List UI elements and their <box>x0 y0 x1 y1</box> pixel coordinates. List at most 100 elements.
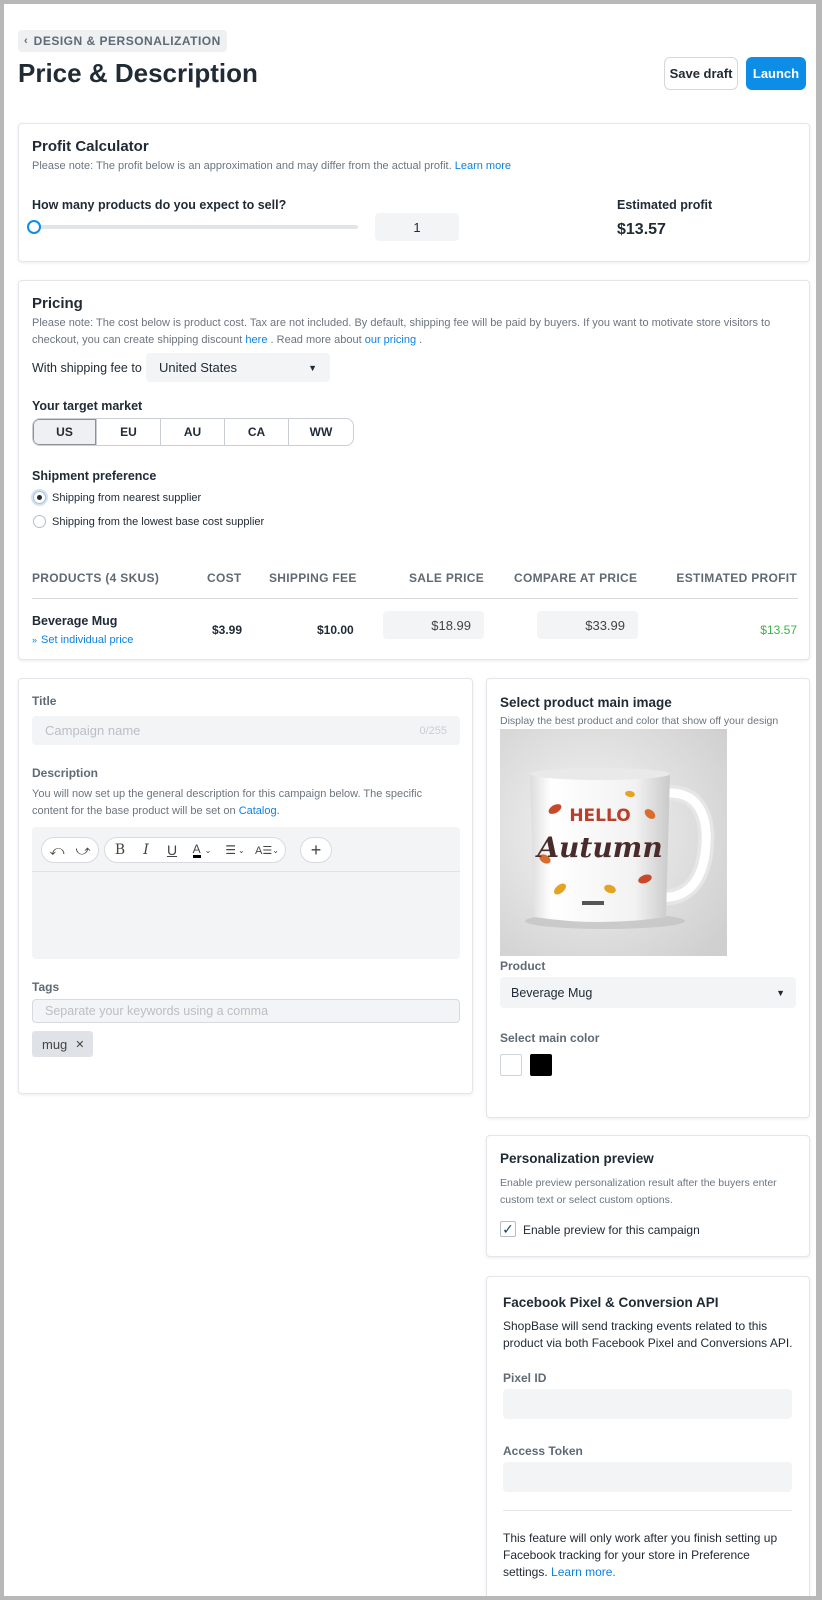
shipment-nearest-label[interactable]: Shipping from nearest supplier <box>52 492 201 504</box>
italic-icon[interactable]: I <box>133 838 159 862</box>
access-token-input[interactable] <box>503 1462 792 1492</box>
page-title: Price & Description <box>18 58 258 88</box>
col-products: PRODUCTS (4 SKUS) <box>32 571 160 585</box>
description-label: Description <box>32 766 99 780</box>
shipping-country-select[interactable]: United States ▼ <box>146 353 330 382</box>
redo-icon[interactable]: ⤻ <box>70 838 96 862</box>
shipping-country-value: United States <box>159 360 238 375</box>
main-image-title: Select product main image <box>500 695 672 710</box>
personalization-title: Personalization preview <box>500 1151 654 1166</box>
pricing-note-text-2: . Read more about <box>270 334 362 346</box>
tags-input[interactable]: Separate your keywords using a comma <box>32 999 460 1023</box>
col-profit: ESTIMATED PROFIT <box>676 571 797 585</box>
target-market-label: Your target market <box>32 399 143 413</box>
product-mockup-image[interactable]: HELLO Autumn <box>500 729 727 956</box>
underline-icon[interactable]: U <box>159 838 185 862</box>
learn-more-link[interactable]: Learn more <box>455 160 511 172</box>
sale-price-input[interactable]: $18.99 <box>383 611 484 639</box>
shipment-nearest-radio[interactable] <box>33 491 46 504</box>
tag-chip: mug ✕ <box>32 1031 93 1057</box>
shipment-lowest-label[interactable]: Shipping from the lowest base cost suppl… <box>52 516 264 528</box>
market-us[interactable]: US <box>33 419 97 445</box>
market-ww[interactable]: WW <box>289 419 353 445</box>
set-individual-price-label: Set individual price <box>41 634 134 646</box>
quantity-slider-track[interactable] <box>32 225 358 229</box>
facebook-pixel-card: Facebook Pixel & Conversion API ShopBase… <box>486 1276 810 1596</box>
facebook-learn-more-link[interactable]: Learn more. <box>551 1565 616 1579</box>
quantity-question: How many products do you expect to sell? <box>32 198 287 212</box>
history-toolbar-group: ⤺ ⤻ <box>41 837 99 863</box>
tags-label: Tags <box>32 980 60 994</box>
market-eu[interactable]: EU <box>97 419 161 445</box>
title-label: Title <box>32 694 57 708</box>
pricing-card: Pricing Please note: The cost below is p… <box>18 280 810 660</box>
main-image-card: Select product main image Display the be… <box>486 678 810 1118</box>
shipping-value: $10.00 <box>317 623 354 637</box>
text-color-icon[interactable]: A ⌄ <box>185 838 219 862</box>
target-market-segments: US EU AU CA WW <box>32 418 354 446</box>
save-draft-button[interactable]: Save draft <box>664 57 738 90</box>
product-name: Beverage Mug <box>32 614 118 628</box>
profit-note-text: Please note: The profit below is an appr… <box>32 160 452 172</box>
shipping-discount-link[interactable]: here <box>245 334 267 346</box>
description-note: You will now set up the general descript… <box>32 786 460 820</box>
table-row: Beverage Mug » Set individual price $3.9… <box>19 599 809 659</box>
page: ‹ DESIGN & PERSONALIZATION Price & Descr… <box>4 4 816 1596</box>
shipping-fee-label: With shipping fee to <box>32 361 142 375</box>
line-height-icon[interactable]: A☰ ⌄ <box>251 838 283 862</box>
personalization-card: Personalization preview Enable preview p… <box>486 1135 810 1257</box>
align-icon[interactable]: ☰ ⌄ <box>219 838 251 862</box>
profit-calculator-note: Please note: The profit below is an appr… <box>32 158 511 175</box>
shipment-preference-label: Shipment preference <box>32 469 157 483</box>
catalog-link[interactable]: Catalog. <box>239 805 280 817</box>
description-editor[interactable]: ⤺ ⤻ B I U A ⌄ ☰ ⌄ A☰ ⌄ + <box>32 827 460 959</box>
bold-icon[interactable]: B <box>107 838 133 862</box>
our-pricing-link[interactable]: our pricing <box>365 334 416 346</box>
launch-button[interactable]: Launch <box>746 57 806 90</box>
enable-preview-checkbox[interactable]: ✓ <box>500 1221 516 1237</box>
col-compare: COMPARE AT PRICE <box>514 571 638 585</box>
main-color-label: Select main color <box>500 1031 600 1045</box>
mug-text-hello: HELLO <box>569 806 630 826</box>
insert-toolbar-group: + <box>300 837 332 863</box>
estimated-profit-value: $13.57 <box>617 221 666 238</box>
set-individual-price-link[interactable]: » Set individual price <box>32 634 133 646</box>
compare-price-input[interactable]: $33.99 <box>537 611 638 639</box>
editor-divider <box>32 871 460 872</box>
personalization-note: Enable preview personalization result af… <box>500 1177 777 1206</box>
market-ca[interactable]: CA <box>225 419 289 445</box>
estimated-profit-cell: $13.57 <box>760 623 797 637</box>
color-swatch-white[interactable] <box>500 1054 522 1076</box>
pixel-id-input[interactable] <box>503 1389 792 1419</box>
tags-placeholder: Separate your keywords using a comma <box>45 1004 269 1018</box>
facebook-title: Facebook Pixel & Conversion API <box>503 1295 719 1310</box>
title-input[interactable]: Campaign name 0/255 <box>32 716 460 745</box>
shipment-lowest-radio[interactable] <box>33 515 46 528</box>
tag-chip-label: mug <box>42 1036 68 1052</box>
pixel-id-label: Pixel ID <box>503 1371 547 1385</box>
plus-icon[interactable]: + <box>303 838 329 862</box>
description-note-text: You will now set up the general descript… <box>32 788 423 817</box>
color-swatch-black[interactable] <box>530 1054 552 1076</box>
back-link[interactable]: ‹ DESIGN & PERSONALIZATION <box>18 30 227 52</box>
col-cost: COST <box>207 571 242 585</box>
quantity-input[interactable]: 1 <box>375 213 459 241</box>
enable-preview-label[interactable]: Enable preview for this campaign <box>523 1223 700 1237</box>
product-select-value: Beverage Mug <box>511 985 593 1000</box>
main-image-note: Display the best product and color that … <box>500 715 779 727</box>
estimated-profit-label: Estimated profit <box>617 198 713 212</box>
caret-down-icon: ▼ <box>776 987 785 998</box>
pricing-note-text-3: . <box>419 334 423 346</box>
col-sale: SALE PRICE <box>409 571 485 585</box>
quantity-slider-handle[interactable] <box>27 220 41 234</box>
back-link-label: DESIGN & PERSONALIZATION <box>33 34 221 48</box>
undo-icon[interactable]: ⤺ <box>44 838 70 862</box>
market-au[interactable]: AU <box>161 419 225 445</box>
pricing-title: Pricing <box>32 295 83 312</box>
col-shipping: SHIPPING FEE <box>269 571 357 585</box>
close-icon[interactable]: ✕ <box>75 1038 84 1051</box>
facebook-note: ShopBase will send tracking events relat… <box>503 1319 793 1350</box>
caret-down-icon: ▼ <box>308 362 317 373</box>
product-select[interactable]: Beverage Mug ▼ <box>500 977 796 1008</box>
cost-value: $3.99 <box>212 623 243 637</box>
